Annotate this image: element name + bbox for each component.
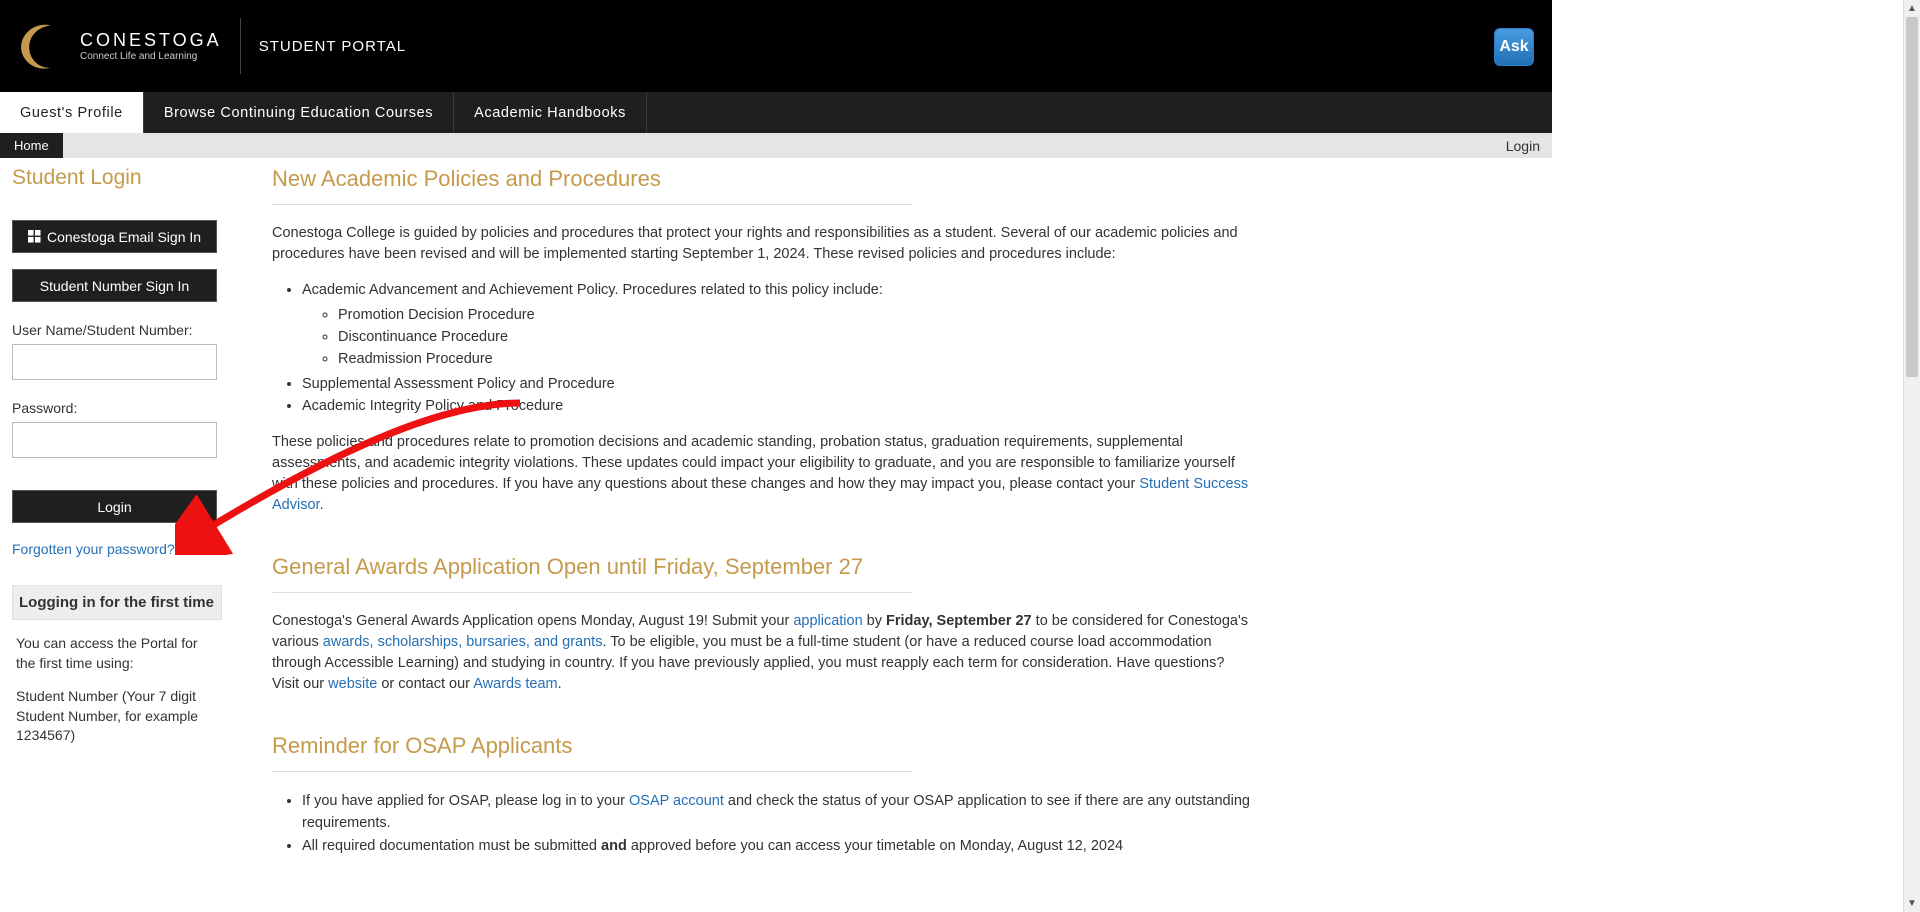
main-content: New Academic Policies and Procedures Con… [272,166,1252,871]
scroll-thumb[interactable] [1906,17,1918,377]
forgot-password-link[interactable]: Forgotten your password? [12,541,222,557]
tab-continuing-ed[interactable]: Browse Continuing Education Courses [144,92,454,133]
list-item: All required documentation must be submi… [302,835,1252,857]
number-signin-label: Student Number Sign In [40,278,189,294]
scrollbar[interactable]: ▲ ▼ [1903,0,1920,912]
list-item: Academic Advancement and Achievement Pol… [302,279,1252,371]
password-label: Password: [12,400,222,416]
first-time-text-2: Student Number (Your 7 digit Student Num… [12,687,222,746]
ask-button[interactable]: Ask [1494,28,1534,66]
list-item: Supplemental Assessment Policy and Proce… [302,373,1252,395]
awards-para: Conestoga's General Awards Application o… [272,611,1252,695]
section-awards-title: General Awards Application Open until Fr… [272,554,1252,580]
tab-guest-profile[interactable]: Guest's Profile [0,92,144,133]
first-time-text-1: You can access the Portal for the first … [12,634,222,673]
portal-title: STUDENT PORTAL [259,38,406,55]
nav-sub: Home Login [0,133,1552,158]
login-button-label: Login [97,499,131,515]
email-signin-button[interactable]: Conestoga Email Sign In [12,220,217,253]
brand-name: CONESTOGA [80,30,222,51]
section-policies-title: New Academic Policies and Procedures [272,166,1252,192]
windows-icon [28,230,41,243]
email-signin-label: Conestoga Email Sign In [47,229,201,245]
section-osap-title: Reminder for OSAP Applicants [272,733,1252,759]
list-item: If you have applied for OSAP, please log… [302,790,1252,835]
awards-list-link[interactable]: awards, scholarships, bursaries, and gra… [323,634,603,650]
header: CONESTOGA Connect Life and Learning STUD… [0,0,1552,92]
subtab-home[interactable]: Home [0,133,63,158]
divider [272,592,912,593]
username-input[interactable] [12,344,217,380]
list-item: Academic Integrity Policy and Procedure [302,395,1252,417]
policies-outro: These policies and procedures relate to … [272,432,1252,516]
policies-intro: Conestoga College is guided by policies … [272,223,1252,265]
list-item: Discontinuance Procedure [338,326,1252,348]
divider [272,771,912,772]
sidebar: Student Login Conestoga Email Sign In St… [12,166,222,871]
scroll-down-icon[interactable]: ▼ [1904,895,1920,912]
login-link[interactable]: Login [1506,133,1540,158]
scroll-up-icon[interactable]: ▲ [1904,0,1920,17]
scroll-track[interactable] [1904,17,1920,895]
password-input[interactable] [12,422,217,458]
username-label: User Name/Student Number: [12,322,222,338]
login-button[interactable]: Login [12,490,217,523]
number-signin-button[interactable]: Student Number Sign In [12,269,217,302]
awards-team-link[interactable]: Awards team [473,676,557,692]
sidebar-title: Student Login [12,166,222,190]
list-item: Readmission Procedure [338,348,1252,370]
osap-account-link[interactable]: OSAP account [629,793,724,809]
brand-tagline: Connect Life and Learning [80,51,222,62]
divider [272,204,912,205]
application-link[interactable]: application [793,613,862,629]
tab-handbooks[interactable]: Academic Handbooks [454,92,647,133]
nav-main: Guest's Profile Browse Continuing Educat… [0,92,1552,133]
first-time-heading: Logging in for the first time [12,585,222,620]
awards-website-link[interactable]: website [328,676,377,692]
brand-logo-icon [10,16,70,76]
list-item: Promotion Decision Procedure [338,304,1252,326]
header-divider [240,18,241,74]
